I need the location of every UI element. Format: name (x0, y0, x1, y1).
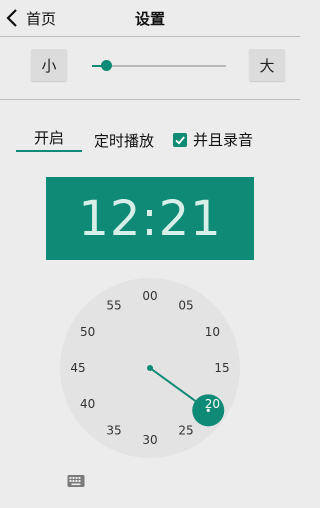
clock-label-30[interactable]: 30 (142, 433, 157, 447)
schedule-options-row: 开启 定时播放 并且录音 (0, 120, 300, 160)
clock-label-45[interactable]: 45 (70, 361, 85, 375)
check-icon (175, 135, 185, 144)
record-label: 并且录音 (193, 131, 254, 149)
record-checkbox-group[interactable]: 并且录音 (173, 129, 253, 150)
clock-label-40[interactable]: 40 (80, 397, 95, 411)
page-title: 设置 (134, 10, 165, 28)
record-checkbox[interactable] (173, 132, 187, 147)
clock-label-05[interactable]: 05 (178, 299, 193, 313)
slider-track (92, 65, 226, 67)
time-display[interactable]: 12:21 (46, 177, 254, 260)
clock-center-dot (147, 365, 153, 371)
clock-label-35[interactable]: 35 (106, 423, 121, 437)
text-size-small-button[interactable]: 小 (31, 49, 67, 81)
clock-label-25[interactable]: 25 (178, 423, 193, 437)
schedule-label: 定时播放 (94, 132, 155, 150)
header-bar: 首页 设置 (0, 0, 300, 37)
slider-thumb[interactable] (100, 60, 112, 71)
clock-label-00[interactable]: 00 (142, 289, 157, 303)
text-size-row: 小 大 (0, 37, 300, 100)
minute-clock-dial[interactable]: 00 05 10 15 20 25 30 35 40 45 50 55 (59, 277, 241, 459)
keyboard-icon (67, 475, 85, 487)
keyboard-toggle-button[interactable] (67, 473, 85, 487)
text-size-slider[interactable] (92, 57, 226, 73)
clock-label-15[interactable]: 15 (214, 361, 229, 375)
clock-label-55[interactable]: 55 (106, 299, 121, 313)
clock-label-20[interactable]: 20 (205, 397, 220, 411)
clock-label-50[interactable]: 50 (80, 325, 95, 339)
text-size-large-button[interactable]: 大 (249, 49, 285, 81)
clock-label-10[interactable]: 10 (205, 325, 220, 339)
enable-toggle-button[interactable]: 开启 (16, 124, 82, 152)
